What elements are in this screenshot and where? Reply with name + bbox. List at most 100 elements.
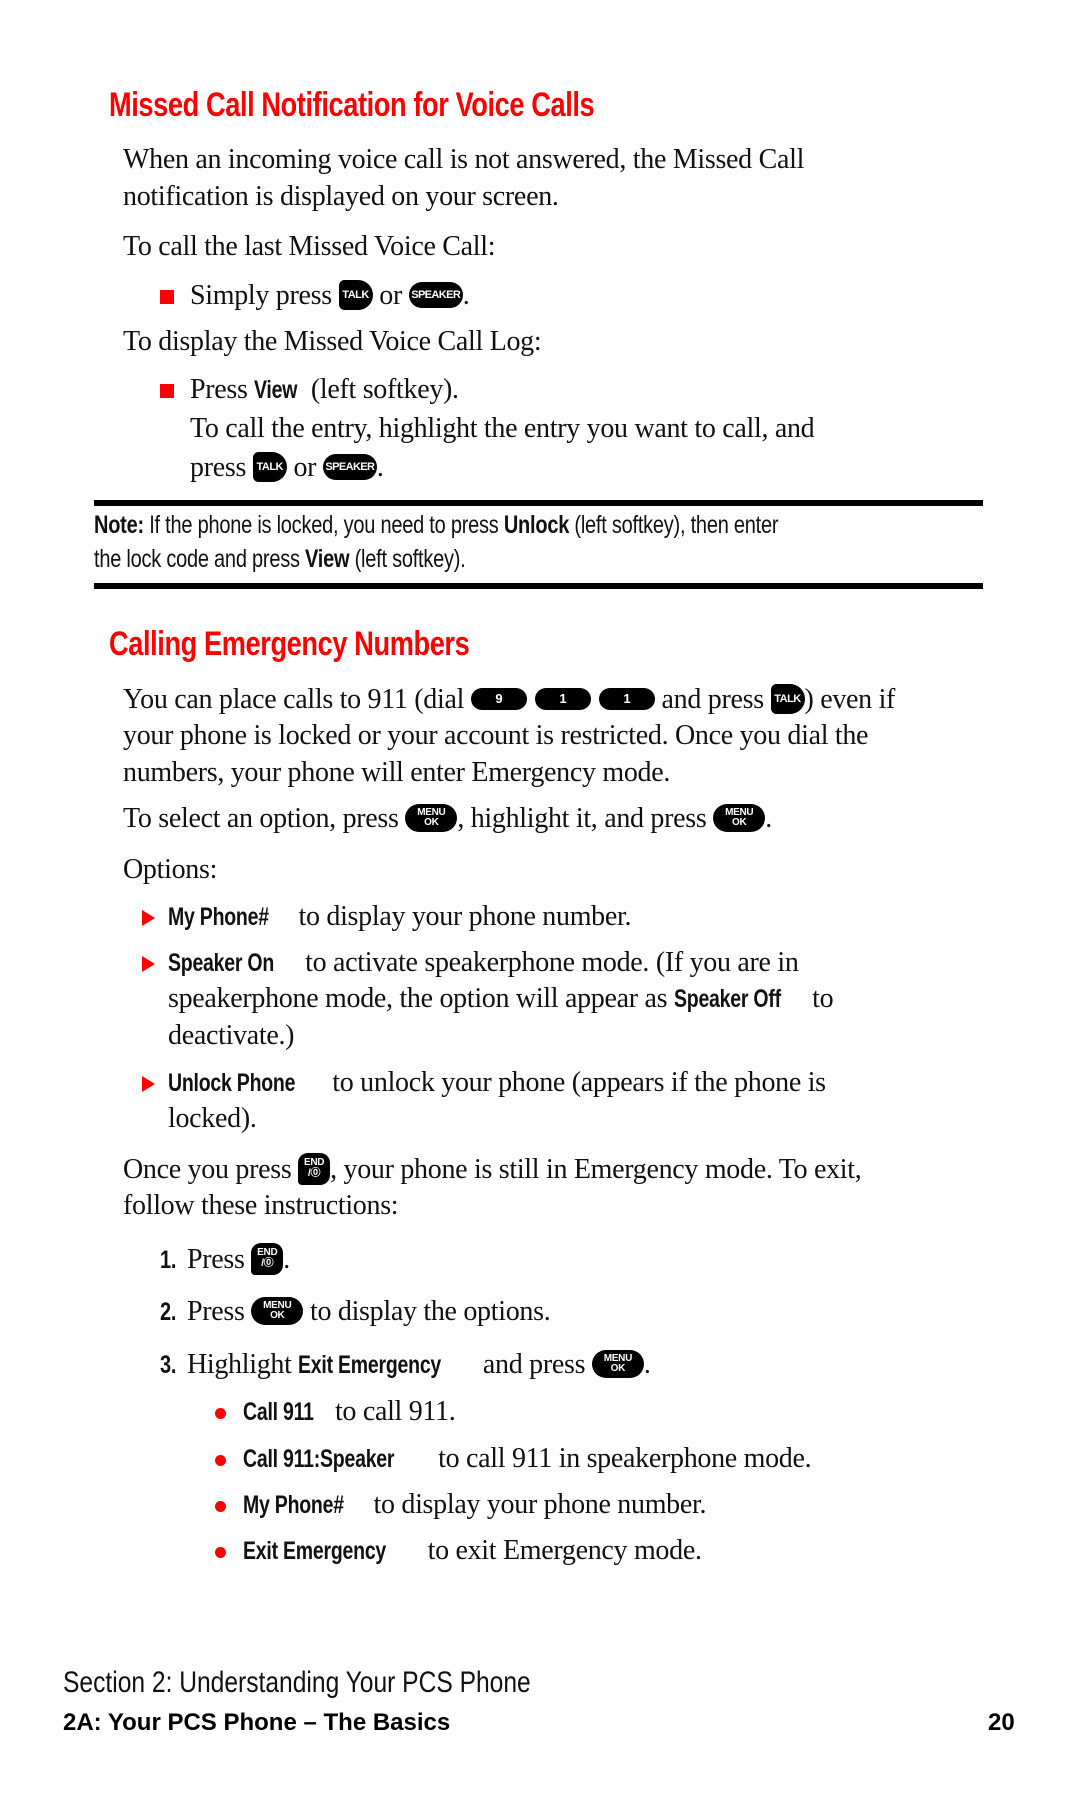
- key-label: 1: [559, 690, 567, 706]
- note-label: Note:: [94, 511, 144, 539]
- key-1-icon: 1: [534, 687, 591, 710]
- text: to display your phone number.: [373, 1489, 707, 1520]
- text: ) even if: [804, 684, 896, 715]
- option-item: My Phone# to display your phone number.: [168, 901, 631, 933]
- bold-term: Exit Emergency: [243, 1537, 387, 1565]
- key-label: TALK: [256, 460, 283, 473]
- text: or: [293, 452, 317, 483]
- key-label: SPEAKER: [411, 288, 461, 301]
- text: Simply press: [190, 280, 332, 311]
- text: Press: [190, 374, 248, 405]
- bullet-press-view: Press View (left softkey).: [190, 374, 459, 406]
- text: Press: [186, 1296, 245, 1327]
- text: and press: [661, 684, 765, 715]
- text: You can place calls to 911 (dial: [123, 684, 465, 715]
- arrow-bullet-icon: [142, 1076, 155, 1092]
- bold-term: Exit Emergency: [298, 1351, 442, 1379]
- text: (left softkey).: [310, 374, 459, 405]
- text: or: [379, 280, 402, 311]
- key-label: OK: [270, 1309, 285, 1321]
- note-line-2: the lock code and press View (left softk…: [94, 545, 466, 574]
- end-power-key-icon: END/⓪: [298, 1152, 331, 1185]
- key-label: 1: [623, 690, 631, 706]
- footer-chapter-title: 2A: Your PCS Phone – The Basics: [63, 1709, 451, 1736]
- paragraph-line: When an incoming voice call is not answe…: [123, 144, 805, 175]
- text: Once you press: [123, 1154, 292, 1185]
- text: .: [462, 280, 470, 311]
- paragraph-line: To call the entry, highlight the entry y…: [190, 413, 815, 444]
- page-number: 20: [988, 1709, 1015, 1736]
- key-label: OK: [424, 816, 439, 828]
- key-label: TALK: [342, 288, 369, 301]
- menu-ok-key-icon: MENU OK: [405, 803, 458, 832]
- bold-term: My Phone#: [168, 903, 269, 931]
- dot-bullet-icon: [215, 1408, 226, 1419]
- dot-bullet-icon: [215, 1455, 226, 1466]
- step-item: 1. Press END/⓪.: [160, 1242, 290, 1278]
- talk-key-icon: TALK: [252, 451, 287, 482]
- bold-term: Call 911:Speaker: [243, 1445, 395, 1473]
- paragraph-line: notification is displayed on your screen…: [123, 181, 559, 212]
- text: Press: [186, 1244, 245, 1275]
- text: .: [376, 452, 384, 483]
- once-press-line: Once you press END/⓪, your phone is stil…: [123, 1152, 862, 1188]
- section-title-emergency: Calling Emergency Numbers: [109, 625, 470, 663]
- text: , highlight it, and press: [457, 803, 707, 834]
- arrow-bullet-icon: [142, 956, 155, 972]
- step-item: 3. Highlight Exit Emergency and press ME…: [160, 1349, 651, 1381]
- menu-ok-key-icon: MENU OK: [713, 803, 766, 832]
- sub-option-item: Call 911 to call 911.: [243, 1396, 456, 1428]
- option-item: Unlock Phone to unlock your phone (appea…: [168, 1067, 826, 1099]
- emergency-para-line-1: You can place calls to 911 (dial 9 1 1 and…: [123, 683, 896, 717]
- text: the lock code and press: [94, 545, 300, 573]
- option-item-continued: locked).: [168, 1103, 257, 1134]
- key-label: END: [257, 1246, 278, 1258]
- text: .: [283, 1244, 290, 1275]
- option-item-continued: speakerphone mode, the option will appea…: [168, 983, 834, 1015]
- key-label: SPEAKER: [325, 460, 375, 473]
- text: to display your phone number.: [298, 901, 632, 932]
- square-bullet-icon: [160, 290, 174, 304]
- paragraph-line: your phone is locked or your account is …: [123, 720, 869, 751]
- square-bullet-icon: [160, 384, 174, 398]
- sub-option-item: Call 911:Speaker to call 911 in speakerp…: [243, 1443, 812, 1475]
- bold-term: Speaker Off: [673, 985, 781, 1013]
- note-top-rule: [94, 500, 983, 506]
- paragraph-line: numbers, your phone will enter Emergency…: [123, 757, 671, 788]
- key-label: TALK: [774, 692, 801, 705]
- bold-term: Speaker On: [168, 949, 275, 977]
- text: press: [190, 452, 247, 483]
- option-item-continued: deactivate.): [168, 1020, 295, 1051]
- text: to unlock your phone (appears if the pho…: [332, 1067, 826, 1098]
- dot-bullet-icon: [215, 1547, 226, 1558]
- arrow-bullet-icon: [142, 910, 155, 926]
- text: to: [812, 983, 834, 1014]
- step-number: 3.: [160, 1351, 177, 1379]
- text: to exit Emergency mode.: [427, 1535, 702, 1566]
- end-power-key-icon: END/⓪: [251, 1242, 284, 1275]
- text: , your phone is still in Emergency mode.…: [330, 1154, 862, 1185]
- text: and press: [482, 1349, 586, 1380]
- select-option-line: To select an option, press MENU OK, highl…: [123, 803, 772, 835]
- dot-bullet-icon: [215, 1501, 226, 1512]
- bold-term: View: [254, 376, 298, 404]
- talk-key-icon: TALK: [770, 683, 805, 714]
- text: speakerphone mode, the option will appea…: [168, 983, 668, 1014]
- text: If the phone is locked, you need to pres…: [149, 511, 499, 539]
- section-title-missed-call: Missed Call Notification for Voice Calls: [109, 86, 595, 124]
- talk-key-icon: TALK: [338, 279, 373, 310]
- text: to display the options.: [309, 1296, 551, 1327]
- bold-term: Unlock Phone: [168, 1069, 296, 1097]
- bullet-simply-press: Simply press TALK or SPEAKER.: [190, 279, 470, 313]
- text: to activate speakerphone mode. (If you a…: [305, 947, 799, 978]
- text: to call 911.: [334, 1396, 456, 1427]
- speaker-key-icon: SPEAKER: [408, 281, 463, 308]
- key-1-icon: 1: [598, 687, 655, 710]
- step-item: 2. Press MENU OK to display the options.: [160, 1296, 551, 1328]
- menu-ok-key-icon: MENU OK: [251, 1296, 304, 1325]
- bold-term: My Phone#: [243, 1491, 344, 1519]
- text: .: [643, 1349, 651, 1380]
- key-label: /⓪: [261, 1257, 274, 1269]
- call-entry-press-line: press TALK or SPEAKER.: [190, 451, 384, 485]
- text: To select an option, press: [123, 803, 399, 834]
